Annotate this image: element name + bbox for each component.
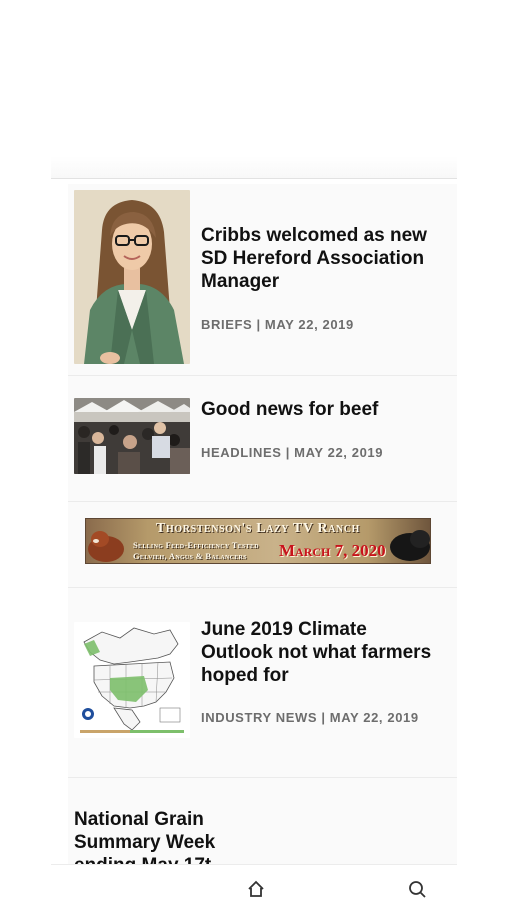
header-fade: [51, 156, 457, 178]
north-america-map: [74, 622, 190, 738]
ad-line: Selling Feed-Efficiency Tested: [133, 540, 259, 550]
article-headline[interactable]: Cribbs welcomed as new SD Hereford Assoc…: [201, 224, 441, 293]
ad-date: March 7, 2020: [279, 541, 386, 560]
ad-slot: Thorstenson's Lazy TV Ranch Selling Feed…: [68, 502, 457, 588]
article-card[interactable]: June 2019 Climate Outlook not what farme…: [68, 588, 457, 778]
header-divider: [51, 178, 457, 179]
app-screen: Cribbs welcomed as new SD Hereford Assoc…: [0, 0, 507, 900]
article-meta: BRIEFS | MAY 22, 2019: [201, 317, 354, 332]
bottom-tab-bar: [51, 864, 457, 900]
article-thumbnail[interactable]: [74, 398, 190, 474]
article-meta: HEADLINES | MAY 22, 2019: [201, 445, 384, 460]
article-card[interactable]: Good news for beef HEADLINES | MAY 22, 2…: [68, 376, 457, 502]
article-meta: INDUSTRY NEWS | MAY 22, 2019: [201, 710, 419, 725]
ad-title: Thorstenson's Lazy TV Ranch: [156, 521, 360, 536]
home-icon[interactable]: [246, 879, 266, 899]
article-headline[interactable]: June 2019 Climate Outlook not what farme…: [201, 618, 441, 687]
news-feed[interactable]: Cribbs welcomed as new SD Hereford Assoc…: [68, 184, 457, 898]
article-thumbnail[interactable]: [74, 190, 190, 364]
ad-banner[interactable]: Thorstenson's Lazy TV Ranch Selling Feed…: [85, 518, 431, 564]
article-headline[interactable]: Good news for beef: [201, 398, 441, 421]
search-icon[interactable]: [407, 879, 427, 899]
article-card[interactable]: Cribbs welcomed as new SD Hereford Assoc…: [68, 184, 457, 376]
article-thumbnail[interactable]: [74, 622, 190, 738]
ad-line: Gelvieh, Angus & Balancers: [133, 551, 247, 561]
portrait-photo: [74, 190, 190, 364]
crowd-photo: [74, 398, 190, 474]
